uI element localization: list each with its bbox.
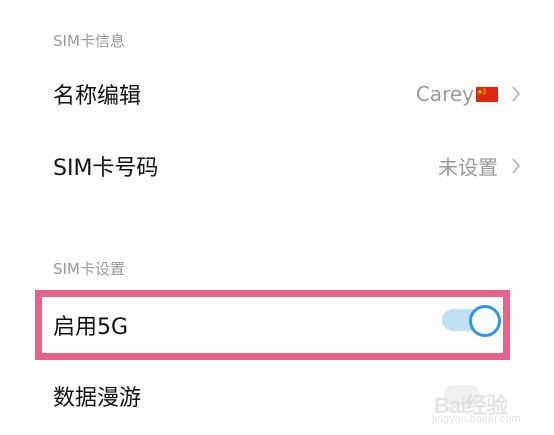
- sim-settings-header: SIM卡设置: [53, 260, 125, 278]
- sim-number-label: SIM卡号码: [53, 156, 159, 181]
- name-edit-row[interactable]: 名称编辑 Carey: [0, 66, 554, 122]
- data-roaming-label: 数据漫游: [53, 386, 142, 411]
- china-flag-icon: [476, 86, 498, 102]
- baidu-watermark: Bai经验 jingyan.baidu.com: [416, 378, 536, 428]
- chevron-right-icon: [512, 86, 521, 102]
- name-edit-label: 名称编辑: [53, 84, 142, 109]
- watermark-url: jingyan.baidu.com: [432, 413, 521, 425]
- highlight-annotation: [35, 290, 510, 360]
- sim-settings-page: SIM卡信息 名称编辑 Carey SIM卡号码 未设置 SIM卡设置 启用5G: [0, 0, 554, 435]
- name-edit-value: Carey: [415, 82, 474, 106]
- sim-number-value: 未设置: [438, 155, 498, 180]
- sim-info-header: SIM卡信息: [53, 32, 125, 50]
- chevron-right-icon: [512, 158, 521, 174]
- name-edit-value-wrap: Carey: [416, 82, 498, 106]
- sim-number-row[interactable]: SIM卡号码 未设置: [0, 138, 554, 194]
